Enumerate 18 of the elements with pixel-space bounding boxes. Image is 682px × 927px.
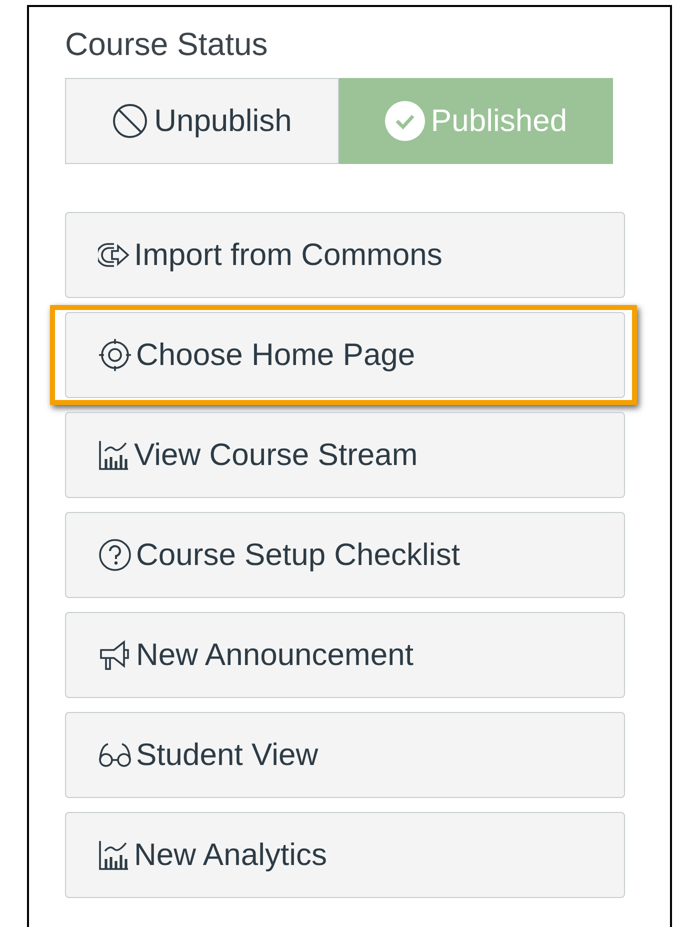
- megaphone-icon: [98, 638, 132, 672]
- action-button[interactable]: Course Setup Checklist: [65, 512, 625, 598]
- glasses-icon: [98, 742, 132, 768]
- action-button[interactable]: Choose Home Page: [65, 312, 625, 398]
- action-button[interactable]: View Course Stream: [65, 412, 625, 498]
- chart-icon: [98, 439, 130, 471]
- unpublish-button[interactable]: Unpublish: [65, 78, 339, 164]
- action-button[interactable]: New Announcement: [65, 612, 625, 698]
- target-icon: [98, 338, 132, 372]
- section-title: Course Status: [65, 25, 269, 64]
- arrow-icon: [98, 240, 130, 270]
- action-button[interactable]: Import from Commons: [65, 212, 625, 298]
- action-button[interactable]: New Analytics: [65, 812, 625, 898]
- prohibited-icon: [112, 103, 148, 139]
- help-icon: [98, 538, 132, 572]
- action-button[interactable]: Student View: [65, 712, 625, 798]
- check-circle-icon: [384, 101, 425, 141]
- chart-icon: [98, 839, 130, 871]
